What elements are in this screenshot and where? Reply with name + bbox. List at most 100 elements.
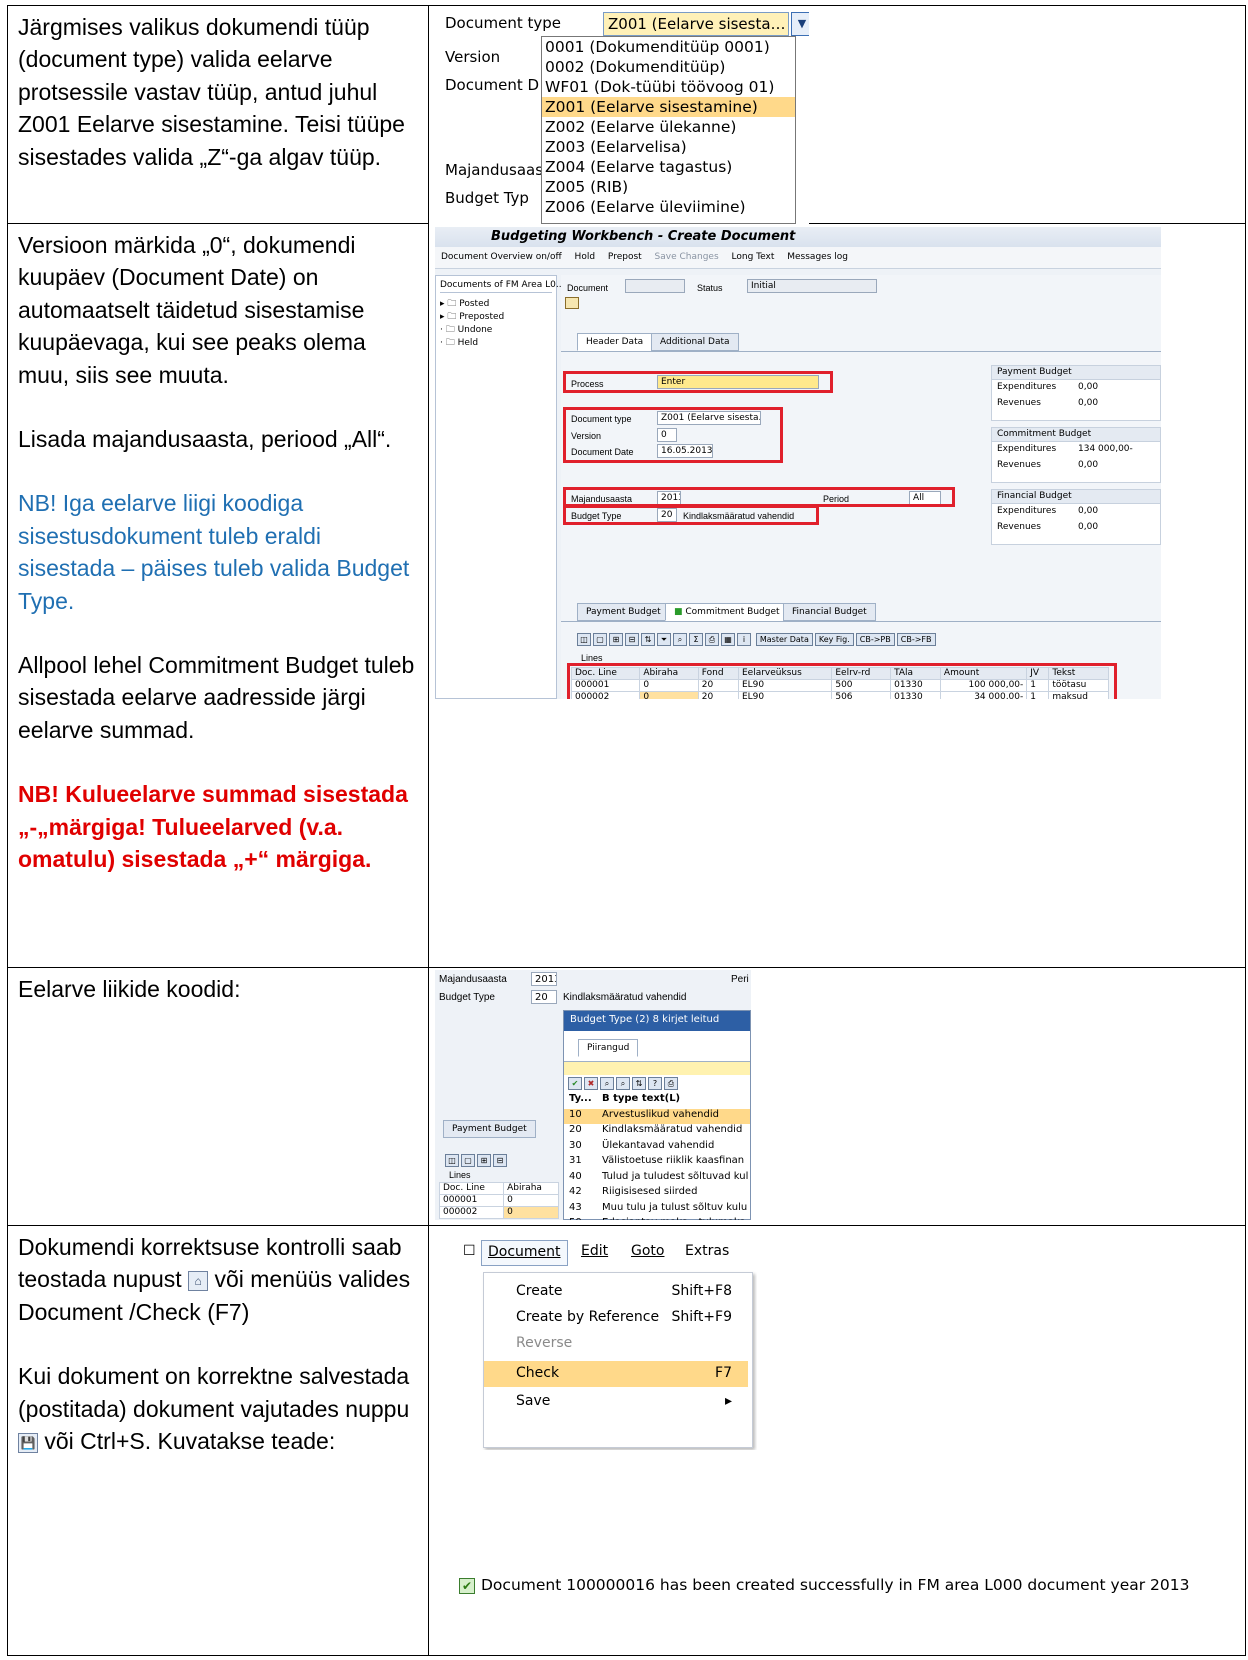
document-menu-screenshot: ☐ Document Edit Goto Extras Create Shift+…	[457, 1238, 757, 1450]
master-data-button[interactable]: Master Data	[755, 633, 813, 646]
instruction-text: Allpool lehel Commitment Budget tuleb si…	[18, 652, 415, 743]
tab-payment-budget[interactable]: Payment Budget	[443, 1120, 536, 1138]
lines-label: Lines	[449, 1170, 471, 1180]
tab-commitment-budget[interactable]: ■ Commitment Budget	[665, 603, 789, 621]
new-row-icon[interactable]: ▢	[593, 633, 607, 646]
budget-type-text: Kindlaksmääratud vahendid	[563, 992, 687, 1003]
find-icon[interactable]: ⌕	[673, 633, 687, 646]
overview-toggle-button[interactable]: Document Overview on/off	[441, 252, 562, 262]
document-type-option[interactable]: 0002 (Dokumenditüüp)	[542, 57, 795, 77]
cb-to-pb-button[interactable]: CB->PB	[855, 633, 895, 646]
tab-financial-budget[interactable]: Financial Budget	[783, 603, 876, 621]
menu-edit[interactable]: Edit	[575, 1240, 614, 1266]
menu-document[interactable]: Document	[481, 1240, 568, 1266]
print-icon[interactable]: ⎙	[705, 633, 719, 646]
budget-type-field[interactable]: 20	[531, 990, 557, 1004]
check-icon[interactable]: ✔	[568, 1077, 582, 1090]
list-item[interactable]: 10 Arvestuslikud vahendid	[564, 1108, 750, 1124]
folder-icon[interactable]	[565, 297, 579, 309]
menu-icon[interactable]: ☐	[457, 1240, 482, 1266]
document-label: Document	[567, 283, 609, 293]
menu-extras[interactable]: Extras	[679, 1240, 735, 1266]
tab-piirangud[interactable]: Piirangud	[578, 1039, 639, 1057]
document-type-option[interactable]: Z002 (Eelarve ülekanne)	[542, 117, 795, 137]
prepost-button[interactable]: Prepost	[608, 252, 642, 262]
field-label: Majandusaas	[445, 161, 544, 179]
menu-item-reverse[interactable]: Reverse	[484, 1331, 748, 1357]
field-label: Document type	[445, 14, 561, 32]
find-next-icon[interactable]: ⌕	[616, 1077, 630, 1090]
list-item[interactable]: 31 Välistoetuse riiklik kaasfinan	[564, 1155, 750, 1171]
hold-button[interactable]: Hold	[575, 252, 596, 262]
document-type-option[interactable]: Z005 (RIB)	[542, 177, 795, 197]
tree-item-posted[interactable]: ▸ 🗀 Posted	[440, 296, 552, 309]
menu-item-check[interactable]: Check F7	[484, 1361, 748, 1387]
tree-item-held[interactable]: · 🗀 Held	[440, 335, 552, 348]
list-item[interactable]: 50Edasiantav maks – tulumaks	[564, 1217, 750, 1220]
menu-item-save[interactable]: Save ▸	[484, 1389, 748, 1415]
chevron-down-icon[interactable]: ▼	[791, 12, 809, 36]
key-figures-button[interactable]: Key Fig.	[814, 633, 854, 646]
fiscal-year-label: Majandusaasta	[439, 974, 507, 985]
cb-to-fb-button[interactable]: CB->FB	[896, 633, 936, 646]
long-text-button[interactable]: Long Text	[732, 252, 775, 262]
table-row: Dokumendi korrektsuse kontrolli saab teo…	[7, 1225, 1246, 1656]
tab-additional-data[interactable]: Additional Data	[651, 333, 739, 351]
status-field: Initial	[747, 279, 877, 293]
popup-title: Budget Type (2) 8 kirjet leitud	[564, 1011, 750, 1031]
save-changes-button[interactable]: Save Changes	[655, 252, 719, 262]
instruction-cell: Dokumendi korrektsuse kontrolli saab teo…	[7, 1225, 429, 1656]
field-label: Document D	[445, 76, 540, 94]
messages-log-button[interactable]: Messages log	[787, 252, 848, 262]
document-page: Järgmises valikus dokumendi tüüp (docume…	[0, 0, 1248, 1660]
check-document-icon[interactable]: ⌂	[188, 1271, 209, 1292]
filter-icon[interactable]: ⏷	[657, 633, 671, 646]
application-toolbar: Document Overview on/off Hold Prepost Sa…	[435, 247, 1161, 269]
find-icon[interactable]: ⌕	[600, 1077, 614, 1090]
screenshot-cell: Document type Version Document D Majandu…	[428, 5, 1246, 226]
menu-item-create-by-reference[interactable]: Create by Reference Shift+F9	[484, 1305, 748, 1331]
list-header: Ty... B type text(L)	[569, 1093, 681, 1104]
menu-item-create[interactable]: Create Shift+F8	[484, 1279, 748, 1305]
details-icon[interactable]: ◫	[577, 633, 591, 646]
financial-budget-group: Financial Budget Expenditures 0,00 Revenu…	[991, 489, 1161, 545]
close-icon[interactable]: ✖	[584, 1077, 598, 1090]
document-type-option[interactable]: Z006 (Eelarve üleviimine)	[542, 197, 795, 217]
delete-row-icon[interactable]: ⊟	[625, 633, 639, 646]
document-type-option[interactable]: Z003 (Eelarvelisa)	[542, 137, 795, 157]
sum-icon[interactable]: Σ	[689, 633, 703, 646]
success-check-icon: ✔	[459, 1577, 475, 1594]
popup-toolbar: ✔ ✖ ⌕ ⌕ ⇅? ⎙	[568, 1077, 751, 1091]
tab-header-data[interactable]: Header Data	[577, 333, 653, 351]
layout-icon[interactable]: ▦	[721, 633, 735, 646]
document-type-option[interactable]: Z004 (Eelarve tagastus)	[542, 157, 795, 177]
tree-item-undone[interactable]: · 🗀 Undone	[440, 322, 552, 335]
copy-row-icon[interactable]: ⊞	[609, 633, 623, 646]
list-item[interactable]: 20 Kindlaksmääratud vahendid	[564, 1124, 750, 1140]
tab-payment-budget[interactable]: Payment Budget	[577, 603, 670, 621]
grid-toolbar: ◫ ▢ ⊞ ⊟	[445, 1154, 509, 1168]
list-item[interactable]: 43 Muu tulu ja tulust sõltuv kulu	[564, 1202, 750, 1218]
fiscal-year-field[interactable]: 2013	[531, 972, 557, 986]
table-row: Versioon märkida „0“, dokumendi kuupäev …	[7, 223, 1246, 968]
help-icon[interactable]: ?	[648, 1077, 662, 1090]
document-type-option[interactable]: 0001 (Dokumenditüüp 0001)	[542, 37, 795, 57]
document-dropdown-menu: Create Shift+F8 Create by Reference Shift+…	[483, 1272, 753, 1448]
screenshot-cell: ☐ Document Edit Goto Extras Create Shift+…	[428, 1225, 1246, 1656]
list-item[interactable]: 42 Riigisisesed siirded	[564, 1186, 750, 1202]
sort-icon[interactable]: ⇅	[632, 1077, 646, 1090]
print-icon[interactable]: ⎙	[664, 1077, 678, 1090]
save-icon[interactable]: 💾	[18, 1432, 38, 1453]
info-icon[interactable]: i	[737, 633, 751, 646]
document-type-select[interactable]: Z001 (Eelarve sisesta…	[603, 12, 789, 36]
sort-icon[interactable]: ⇅	[641, 633, 655, 646]
menu-goto[interactable]: Goto	[625, 1240, 670, 1266]
tree-item-preposted[interactable]: ▸ 🗀 Preposted	[440, 309, 552, 322]
instruction-table: Järgmises valikus dokumendi tüüp (docume…	[7, 5, 1246, 1656]
document-type-option[interactable]: WF01 (Dok-tüübi töövoog 01)	[542, 77, 795, 97]
document-type-option[interactable]: Z001 (Eelarve sisestamine)	[542, 97, 795, 117]
document-number-field	[625, 279, 685, 293]
list-item[interactable]: 40 Tulud ja tuludest sõltuvad kul	[564, 1171, 750, 1187]
field-label: Budget Typ	[445, 189, 529, 207]
list-item[interactable]: 30 Ülekantavad vahendid	[564, 1140, 750, 1156]
